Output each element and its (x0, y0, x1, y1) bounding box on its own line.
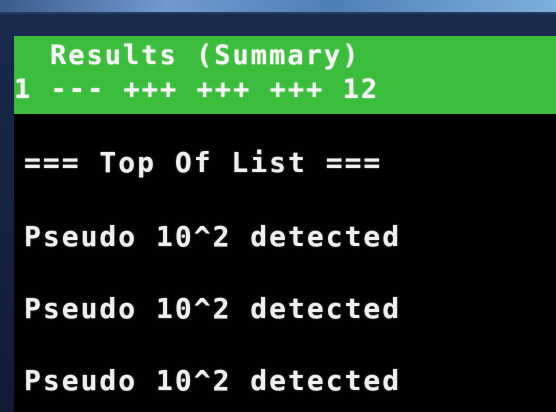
top-of-list-marker: === Top Of List === (24, 146, 383, 179)
results-title: Results (Summary) (50, 40, 361, 71)
list-item: Pseudo 10^2 detected (24, 220, 402, 253)
lcd-screen: Results (Summary) 1 --- +++ +++ +++ 12 =… (14, 36, 556, 412)
results-header: Results (Summary) 1 --- +++ +++ +++ 12 (14, 36, 556, 114)
list-item: Pseudo 10^2 detected (24, 364, 402, 397)
results-status-line: 1 --- +++ +++ +++ 12 (14, 74, 380, 105)
device-top-edge (0, 0, 556, 14)
device-photo: Results (Summary) 1 --- +++ +++ +++ 12 =… (0, 0, 556, 412)
list-item: Pseudo 10^2 detected (24, 292, 402, 325)
